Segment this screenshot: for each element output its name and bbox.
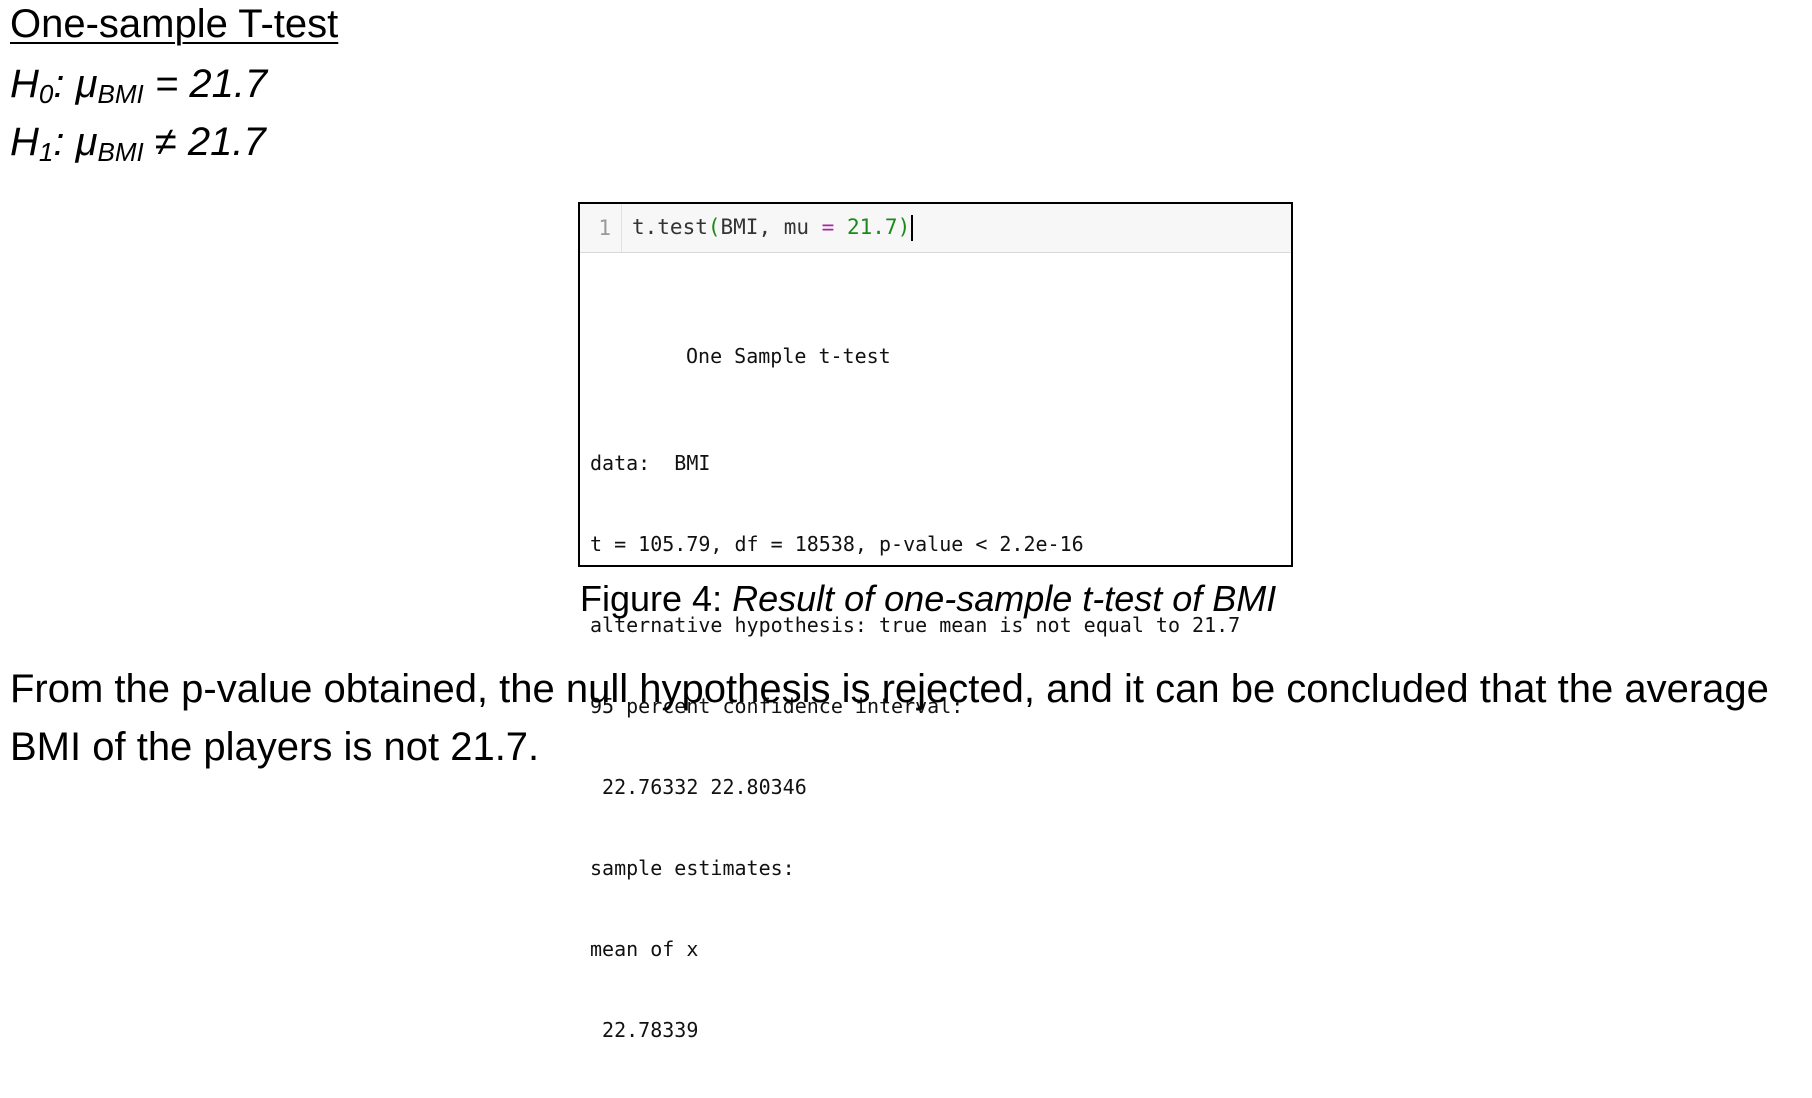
caption-label: Figure 4: [580,578,733,619]
code-cell-figure: 1 t.test(BMI, mu = 21.7) One Sample t-te… [578,202,1293,1042]
text-cursor [911,215,914,241]
null-hypothesis: H0: μBMI = 21.7 [10,62,268,109]
line-number: 1 [580,204,622,252]
output-line: 22.76332 22.80346 [590,775,807,799]
conclusion-paragraph: From the p-value obtained, the null hypo… [10,667,1769,769]
output-line: mean of x [590,937,699,961]
output-title: One Sample t-test [686,344,891,368]
code-input-line[interactable]: 1 t.test(BMI, mu = 21.7) [580,204,1291,253]
code-text[interactable]: t.test(BMI, mu = 21.7) [622,215,914,241]
section-heading: One-sample T-test [10,2,339,46]
figure-caption: Figure 4: Result of one-sample t-test of… [580,578,1276,620]
output-line: 22.78339 [590,1018,699,1042]
output-line: sample estimates: [590,856,795,880]
output-line: data: BMI [590,451,711,475]
output-line: t = 105.79, df = 18538, p-value < 2.2e-1… [590,532,1084,556]
alternative-hypothesis: H1: μBMI ≠ 21.7 [10,120,266,167]
caption-text: Result of one-sample t-test of BMI [732,578,1277,619]
